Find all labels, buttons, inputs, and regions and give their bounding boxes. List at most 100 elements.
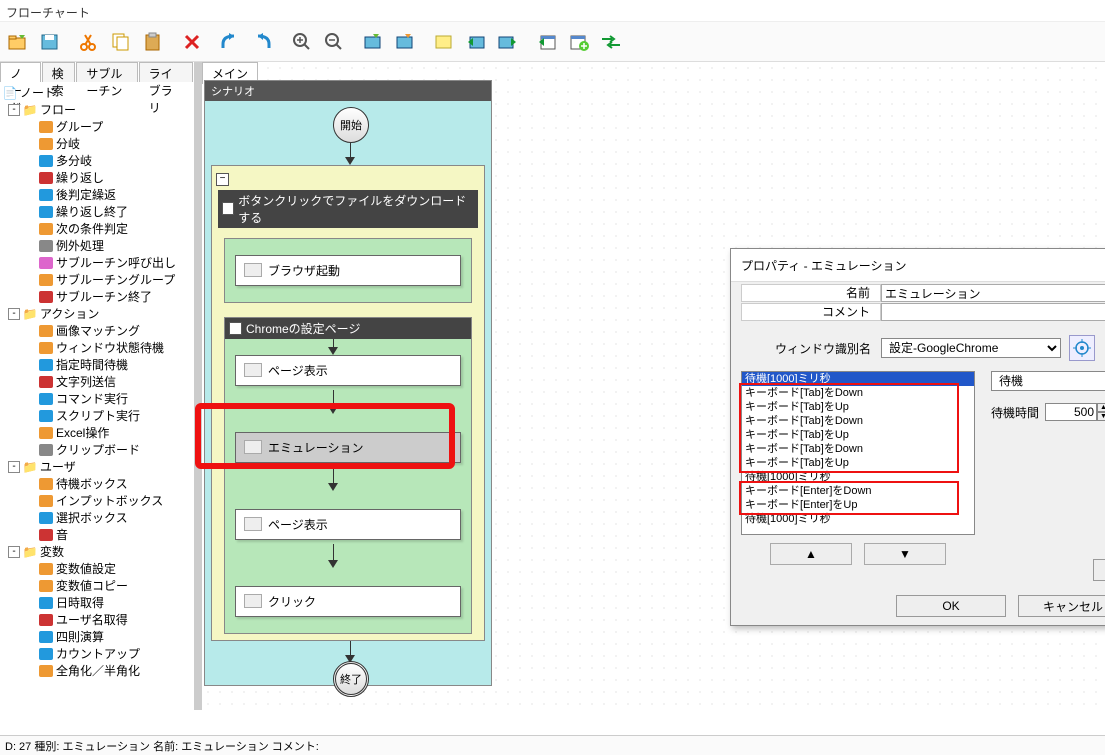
- tree-item[interactable]: カウントアップ: [2, 645, 192, 662]
- action-icon: [244, 594, 262, 608]
- tree-item[interactable]: 例外処理: [2, 237, 192, 254]
- list-item[interactable]: キーボード[Tab]をDown: [742, 386, 974, 400]
- property-dialog: プロパティ - エミュレーション ✕ 名前 コメント ウィンドウ識別名 設定-G…: [730, 248, 1105, 626]
- action-browser-launch[interactable]: ブラウザ起動: [235, 255, 461, 286]
- tree-item[interactable]: 日時取得: [2, 594, 192, 611]
- collapse-icon[interactable]: −: [216, 173, 229, 186]
- tree-item[interactable]: スクリプト実行: [2, 407, 192, 424]
- action-icon: [244, 363, 262, 377]
- tree-item[interactable]: インプットボックス: [2, 492, 192, 509]
- collapse-icon[interactable]: −: [229, 322, 242, 335]
- node-tree[interactable]: 📄ノード -📁フロー グループ分岐多分岐繰り返し後判定繰返繰り返し終了次の条件判…: [0, 82, 194, 681]
- tab-subroutine[interactable]: サブルーチン: [76, 62, 137, 82]
- list-item[interactable]: キーボード[Tab]をUp: [742, 400, 974, 414]
- action-listbox[interactable]: 待機[1000]ミリ秒キーボード[Tab]をDownキーボード[Tab]をUpキ…: [741, 371, 975, 535]
- arrows-icon[interactable]: [597, 28, 625, 56]
- img-left-icon[interactable]: [462, 28, 490, 56]
- action-click[interactable]: クリック: [235, 586, 461, 617]
- tree-item[interactable]: 後判定繰返: [2, 186, 192, 203]
- tree-item[interactable]: 選択ボックス: [2, 509, 192, 526]
- win-add-icon[interactable]: [565, 28, 593, 56]
- tool-b-icon[interactable]: [391, 28, 419, 56]
- zoom-in-icon[interactable]: [288, 28, 316, 56]
- tree-item[interactable]: 変数値コピー: [2, 577, 192, 594]
- img-right-icon[interactable]: [494, 28, 522, 56]
- tree-item[interactable]: グループ: [2, 118, 192, 135]
- tab-library[interactable]: ライブラリ: [139, 62, 193, 82]
- list-item[interactable]: 待機[1000]ミリ秒: [742, 372, 974, 386]
- list-item[interactable]: キーボード[Tab]をDown: [742, 442, 974, 456]
- tree-item[interactable]: 繰り返し: [2, 169, 192, 186]
- zoom-out-icon[interactable]: [320, 28, 348, 56]
- tree-item[interactable]: 次の条件判定: [2, 220, 192, 237]
- move-down-button[interactable]: ▼: [864, 543, 946, 565]
- list-item[interactable]: キーボード[Enter]をDown: [742, 484, 974, 498]
- copy-icon[interactable]: [107, 28, 135, 56]
- inner-header-label: Chromeの設定ページ: [246, 320, 360, 337]
- scenario-canvas[interactable]: シナリオ 開始 − −ボタンクリックでファイルをダウンロードする ブラウザ起動 …: [204, 80, 492, 686]
- list-item[interactable]: キーボード[Tab]をDown: [742, 414, 974, 428]
- tree-item[interactable]: サブルーチン終了: [2, 288, 192, 305]
- tree-item[interactable]: サブルーチン呼び出し: [2, 254, 192, 271]
- delete-icon[interactable]: [178, 28, 206, 56]
- list-item[interactable]: キーボード[Enter]をUp: [742, 498, 974, 512]
- list-item[interactable]: 待機[1000]ミリ秒: [742, 470, 974, 484]
- tree-item[interactable]: サブルーチングループ: [2, 271, 192, 288]
- status-bar: D: 27 種別: エミュレーション 名前: エミュレーション コメント:: [0, 735, 1105, 755]
- tree-item[interactable]: 文字列送信: [2, 373, 192, 390]
- save-icon[interactable]: [36, 28, 64, 56]
- note-icon[interactable]: [430, 28, 458, 56]
- list-item[interactable]: キーボード[Tab]をUp: [742, 456, 974, 470]
- tree-item[interactable]: コマンド実行: [2, 390, 192, 407]
- tree-item[interactable]: 音: [2, 526, 192, 543]
- action-icon: [244, 263, 262, 277]
- redo-icon[interactable]: [249, 28, 277, 56]
- win-left-icon[interactable]: [533, 28, 561, 56]
- tree-item[interactable]: 待機ボックス: [2, 475, 192, 492]
- window-title: フローチャート: [0, 0, 1105, 22]
- tree-item[interactable]: 四則演算: [2, 628, 192, 645]
- list-item[interactable]: 待機[1000]ミリ秒: [742, 512, 974, 526]
- tree-item[interactable]: 多分岐: [2, 152, 192, 169]
- tree-item[interactable]: 指定時間待機: [2, 356, 192, 373]
- input-wait-time[interactable]: [1045, 403, 1097, 421]
- ok-button[interactable]: OK: [896, 595, 1006, 617]
- paste-icon[interactable]: [139, 28, 167, 56]
- list-item[interactable]: キーボード[Tab]をUp: [742, 428, 974, 442]
- wait-time-spinner[interactable]: ▲▼: [1045, 403, 1105, 421]
- tree-item[interactable]: 画像マッチング: [2, 322, 192, 339]
- start-node[interactable]: 開始: [333, 107, 369, 143]
- target-picker-icon[interactable]: [1069, 335, 1095, 361]
- tool-a-icon[interactable]: [359, 28, 387, 56]
- input-comment[interactable]: [881, 303, 1105, 321]
- tree-item[interactable]: クリップボード: [2, 441, 192, 458]
- add-button[interactable]: 追加: [1093, 559, 1105, 581]
- label-window-id: ウィンドウ識別名: [741, 340, 881, 357]
- tree-item[interactable]: 分岐: [2, 135, 192, 152]
- action-page-view-2[interactable]: ページ表示: [235, 509, 461, 540]
- inner-group-2[interactable]: −Chromeの設定ページ ページ表示 エミュレーション ページ表示 クリック: [224, 317, 472, 634]
- input-name[interactable]: [881, 284, 1105, 302]
- action-page-view-1[interactable]: ページ表示: [235, 355, 461, 386]
- cancel-button[interactable]: キャンセル: [1018, 595, 1105, 617]
- select-action-type[interactable]: 待機: [991, 371, 1105, 391]
- move-up-button[interactable]: ▲: [770, 543, 852, 565]
- spin-up-icon[interactable]: ▲: [1097, 403, 1105, 412]
- tree-item[interactable]: 繰り返し終了: [2, 203, 192, 220]
- tree-item[interactable]: ウィンドウ状態待機: [2, 339, 192, 356]
- tree-item[interactable]: ユーザ名取得: [2, 611, 192, 628]
- tree-item[interactable]: 全角化／半角化: [2, 662, 192, 679]
- collapse-icon[interactable]: −: [222, 202, 234, 215]
- tab-search[interactable]: 検索: [42, 62, 76, 82]
- open-icon[interactable]: [4, 28, 32, 56]
- spin-down-icon[interactable]: ▼: [1097, 412, 1105, 421]
- inner-group-1[interactable]: ブラウザ起動: [224, 238, 472, 303]
- cut-icon[interactable]: [75, 28, 103, 56]
- tree-item[interactable]: Excel操作: [2, 424, 192, 441]
- tab-node[interactable]: ノード: [0, 62, 41, 82]
- end-node[interactable]: 終了: [333, 661, 369, 697]
- tree-item[interactable]: 変数値設定: [2, 560, 192, 577]
- select-window-id[interactable]: 設定-GoogleChrome: [881, 338, 1061, 358]
- undo-icon[interactable]: [217, 28, 245, 56]
- outer-header-label: ボタンクリックでファイルをダウンロードする: [238, 192, 474, 226]
